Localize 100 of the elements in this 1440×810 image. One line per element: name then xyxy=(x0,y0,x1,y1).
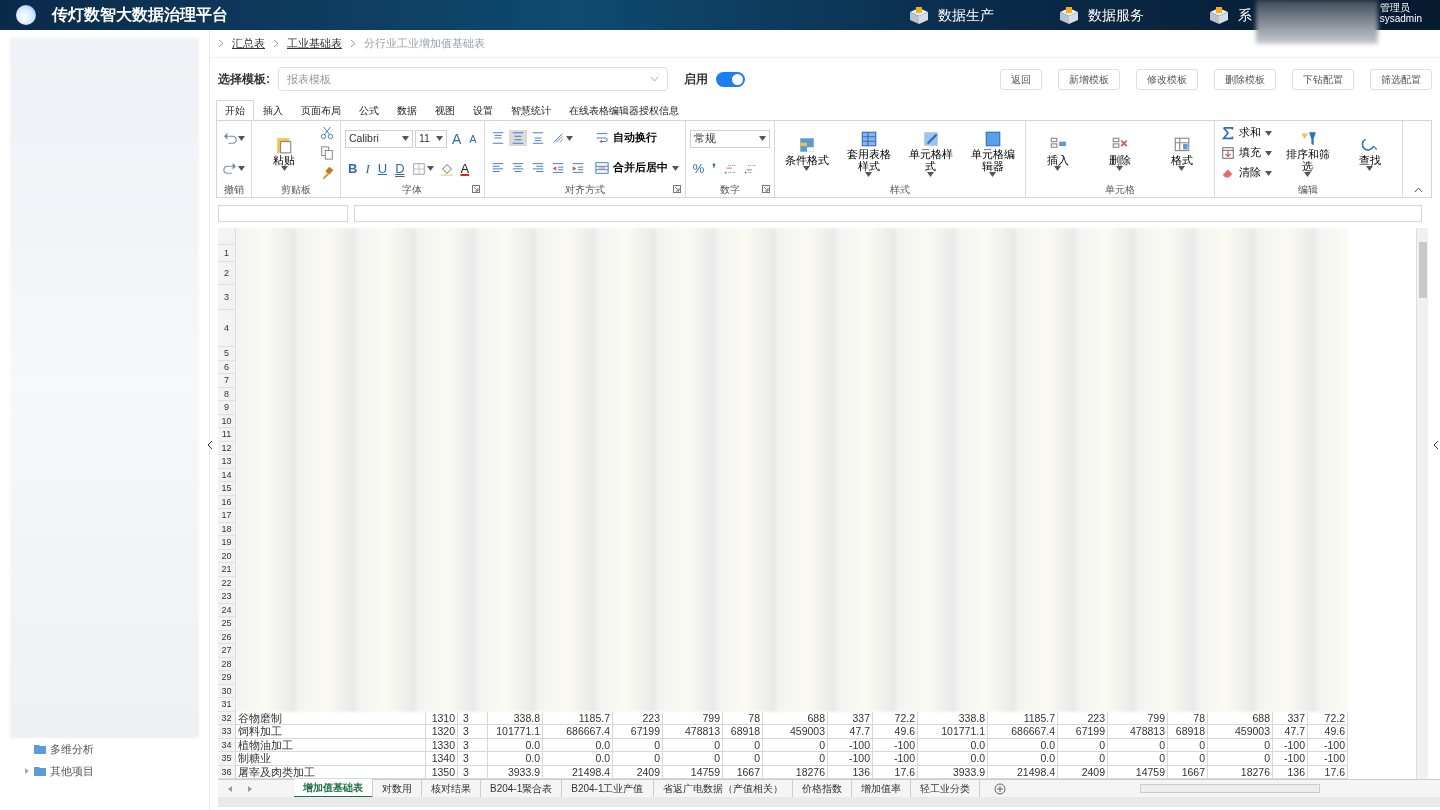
previous-sheet-icon[interactable] xyxy=(226,784,234,793)
table-cell: -100 xyxy=(873,752,918,766)
font-size-select[interactable]: 11 xyxy=(415,129,447,148)
table-cell: 1185.7 xyxy=(988,711,1058,725)
align-right-icon xyxy=(530,161,545,175)
ribbon-button[interactable]: 插入 xyxy=(1029,135,1086,171)
align-bottom-icon xyxy=(530,131,545,145)
toolbar-button[interactable]: 删除模板 xyxy=(1214,68,1276,90)
ribbon-button[interactable]: 求和 xyxy=(1218,124,1274,142)
breadcrumb-link[interactable]: 汇总表 xyxy=(232,35,265,52)
ribbon-button[interactable]: 查找 xyxy=(1341,135,1398,171)
format-button[interactable]: A xyxy=(457,160,473,177)
table-cell: 1185.7 xyxy=(543,711,613,725)
format-button[interactable]: A xyxy=(449,130,465,147)
ribbon-button[interactable]: 单元格编辑器 xyxy=(964,129,1021,177)
ribbon-tab[interactable]: 智慧统计 xyxy=(502,100,560,120)
ribbon-button[interactable]: 套用表格样式 xyxy=(840,129,897,177)
group-label: 单元格 xyxy=(1104,184,1135,195)
ribbon-tab[interactable]: 在线表格编辑器授权信息 xyxy=(560,100,688,120)
row-number: 1 xyxy=(218,245,236,262)
ribbon-tab[interactable]: 开始 xyxy=(216,100,254,120)
sidebar-item[interactable]: 多维分析 xyxy=(0,738,209,760)
format-button[interactable]: D xyxy=(392,160,408,177)
table-cell: 337 xyxy=(1273,711,1308,725)
nav-item[interactable]: 系 xyxy=(1207,4,1252,26)
table-cell: 67199 xyxy=(613,725,663,739)
ribbon-button[interactable]: 填充 xyxy=(1218,144,1274,162)
ribbon-button[interactable]: 清除 xyxy=(1218,164,1274,182)
chevron-down-icon xyxy=(650,76,659,82)
toolbar-button[interactable]: 新增模板 xyxy=(1058,68,1120,90)
ribbon-tab[interactable]: 设置 xyxy=(464,100,502,120)
ribbon-button[interactable]: 粘贴 xyxy=(256,135,312,171)
ribbon-button[interactable]: 自动换行 xyxy=(592,129,659,147)
format-button[interactable]: B xyxy=(345,160,361,177)
caret-icon xyxy=(758,136,766,141)
ribbon-button[interactable]: 删除 xyxy=(1091,135,1148,171)
row-number: 27 xyxy=(218,644,236,658)
ribbon-button[interactable]: 排序和筛选 xyxy=(1279,129,1336,177)
align-button[interactable] xyxy=(508,130,527,146)
table-cell: 植物油加工 xyxy=(236,738,426,752)
nav-item[interactable]: 数据生产 xyxy=(907,4,994,26)
caret-icon xyxy=(1304,171,1312,177)
caret-icon xyxy=(402,136,409,141)
collapse-handle-icon[interactable] xyxy=(1433,440,1439,450)
ribbon-button[interactable]: 单元格样式 xyxy=(902,129,959,177)
next-sheet-icon[interactable] xyxy=(246,784,254,793)
table-cell: 223 xyxy=(613,711,663,725)
format-button[interactable]: ❜ xyxy=(709,160,720,177)
table-cell: 1340 xyxy=(426,752,458,766)
format-button[interactable]: I xyxy=(362,160,373,177)
tool-button[interactable] xyxy=(318,125,336,141)
collapse-handle-icon[interactable] xyxy=(207,440,213,450)
dialog-launcher-icon[interactable] xyxy=(471,185,480,193)
caret-icon xyxy=(1366,165,1374,171)
table-cell: 3 xyxy=(458,711,488,725)
caret-icon xyxy=(803,165,811,171)
add-sheet-icon[interactable] xyxy=(993,782,1006,795)
ribbon-tab[interactable]: 插入 xyxy=(254,100,292,120)
table-cell: 0 xyxy=(663,738,723,752)
ribbon-button[interactable]: 合并后居中 xyxy=(592,159,681,177)
ribbon-button[interactable]: 格式 xyxy=(1153,135,1210,171)
ribbon-tab[interactable]: 视图 xyxy=(426,100,464,120)
paint-bucket-icon xyxy=(439,161,454,176)
row-number: 21 xyxy=(218,563,236,577)
row-number: 9 xyxy=(218,401,236,415)
toolbar-button[interactable]: 下钻配置 xyxy=(1292,68,1354,90)
vertical-scrollbar[interactable] xyxy=(1416,228,1428,779)
number-format-select[interactable]: 常规 xyxy=(689,129,770,148)
nav-item[interactable]: 数据服务 xyxy=(1057,4,1144,26)
table-cell: 478813 xyxy=(663,725,723,739)
dialog-launcher-icon[interactable] xyxy=(672,185,681,193)
format-button[interactable]: U xyxy=(374,160,391,177)
table-cell: 338.8 xyxy=(488,711,543,725)
format-button[interactable]: % xyxy=(689,160,708,177)
corner-cell[interactable] xyxy=(218,228,236,245)
ribbon-button[interactable]: 条件格式 xyxy=(778,135,835,171)
sidebar-item[interactable]: 其他项目 xyxy=(0,760,209,782)
font-select[interactable]: Calibri xyxy=(345,129,413,148)
table-cell: 688 xyxy=(1208,711,1273,725)
breadcrumb-link[interactable]: 工业基础表 xyxy=(287,35,342,52)
toolbar-button[interactable]: 返回 xyxy=(1000,68,1042,90)
dialog-launcher-icon[interactable] xyxy=(761,185,770,193)
table-cell: 47.7 xyxy=(1273,725,1308,739)
tool-button[interactable] xyxy=(318,145,336,161)
ribbon-tab[interactable]: 页面布局 xyxy=(292,100,350,120)
collapse-ribbon-icon[interactable] xyxy=(1414,187,1423,193)
toggle-switch[interactable] xyxy=(716,71,745,87)
format-button[interactable]: A xyxy=(466,130,480,147)
toolbar-button[interactable]: 筛选配置 xyxy=(1370,68,1432,90)
toolbar-button[interactable]: 修改模板 xyxy=(1136,68,1198,90)
horizontal-scrollbar[interactable] xyxy=(1140,784,1320,793)
group-label: 数字 xyxy=(719,184,740,195)
ribbon-tab[interactable]: 数据 xyxy=(388,100,426,120)
ribbon-tab[interactable]: 公式 xyxy=(350,100,388,120)
align-left-icon xyxy=(490,161,505,175)
caret-icon xyxy=(927,171,935,177)
table-cell: 0 xyxy=(763,738,828,752)
table-cell: 686667.4 xyxy=(543,725,613,739)
formula-field[interactable] xyxy=(354,205,1422,222)
row-number: 11 xyxy=(218,428,236,442)
